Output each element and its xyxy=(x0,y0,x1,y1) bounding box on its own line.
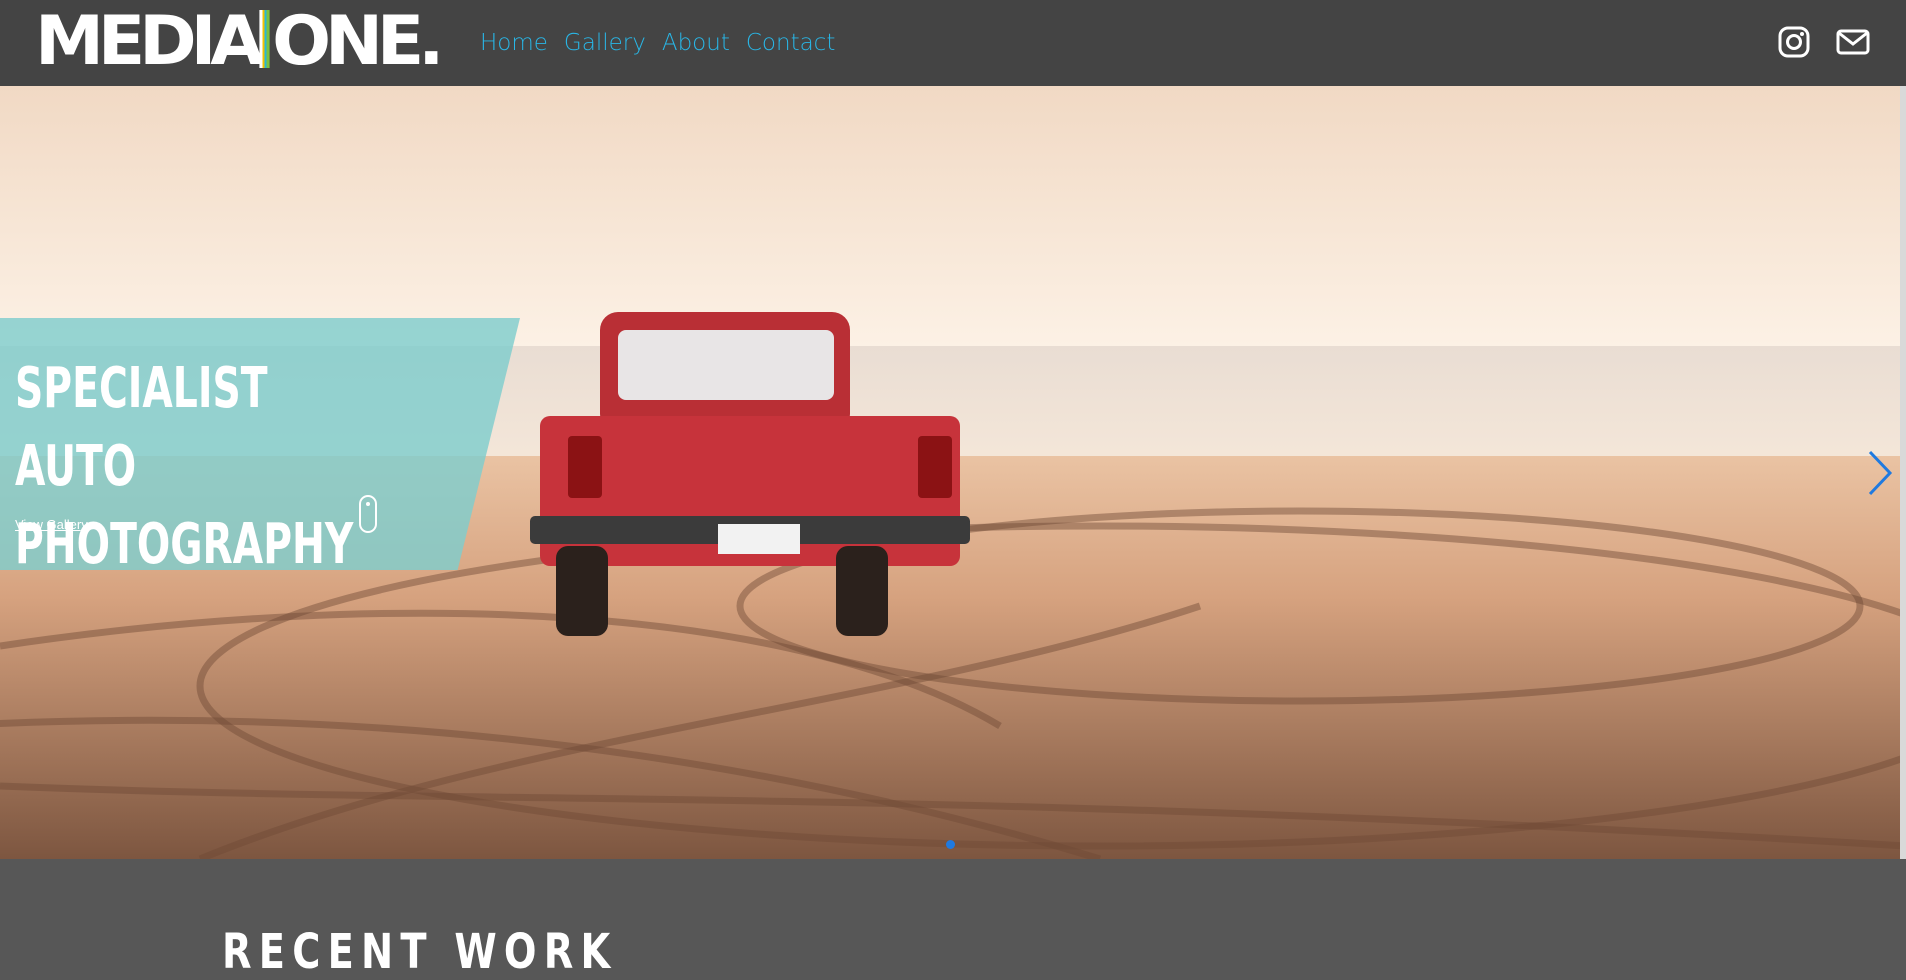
hero-title: SPECIALIST AUTO PHOTOGRAPHY xyxy=(15,356,354,577)
nav-link-gallery[interactable]: Gallery xyxy=(564,30,646,56)
next-slide-arrow-icon[interactable] xyxy=(1864,448,1894,498)
logo-text-media: MEDIA xyxy=(35,2,264,81)
media-one-logo[interactable]: MEDIA ONE. xyxy=(35,8,445,76)
recent-work-heading: RECENT WORK xyxy=(222,924,618,980)
page-scrollbar[interactable] xyxy=(1900,86,1906,859)
top-navigation-bar: MEDIA ONE. Home Gallery About Contact xyxy=(0,0,1906,86)
view-gallery-link[interactable]: View Gallery xyxy=(15,517,88,532)
instagram-icon[interactable] xyxy=(1776,24,1812,60)
nav-link-home[interactable]: Home xyxy=(480,30,548,56)
slider-dots xyxy=(946,840,955,849)
nav-link-contact[interactable]: Contact xyxy=(746,30,835,56)
scroll-mouse-icon xyxy=(359,495,377,533)
nav-link-about[interactable]: About xyxy=(662,30,730,56)
logo-text-one: ONE. xyxy=(272,2,444,81)
logo-one-mark xyxy=(258,10,270,68)
slider-dot[interactable] xyxy=(946,840,955,849)
mail-icon[interactable] xyxy=(1835,24,1871,60)
main-nav: Home Gallery About Contact xyxy=(480,26,835,60)
